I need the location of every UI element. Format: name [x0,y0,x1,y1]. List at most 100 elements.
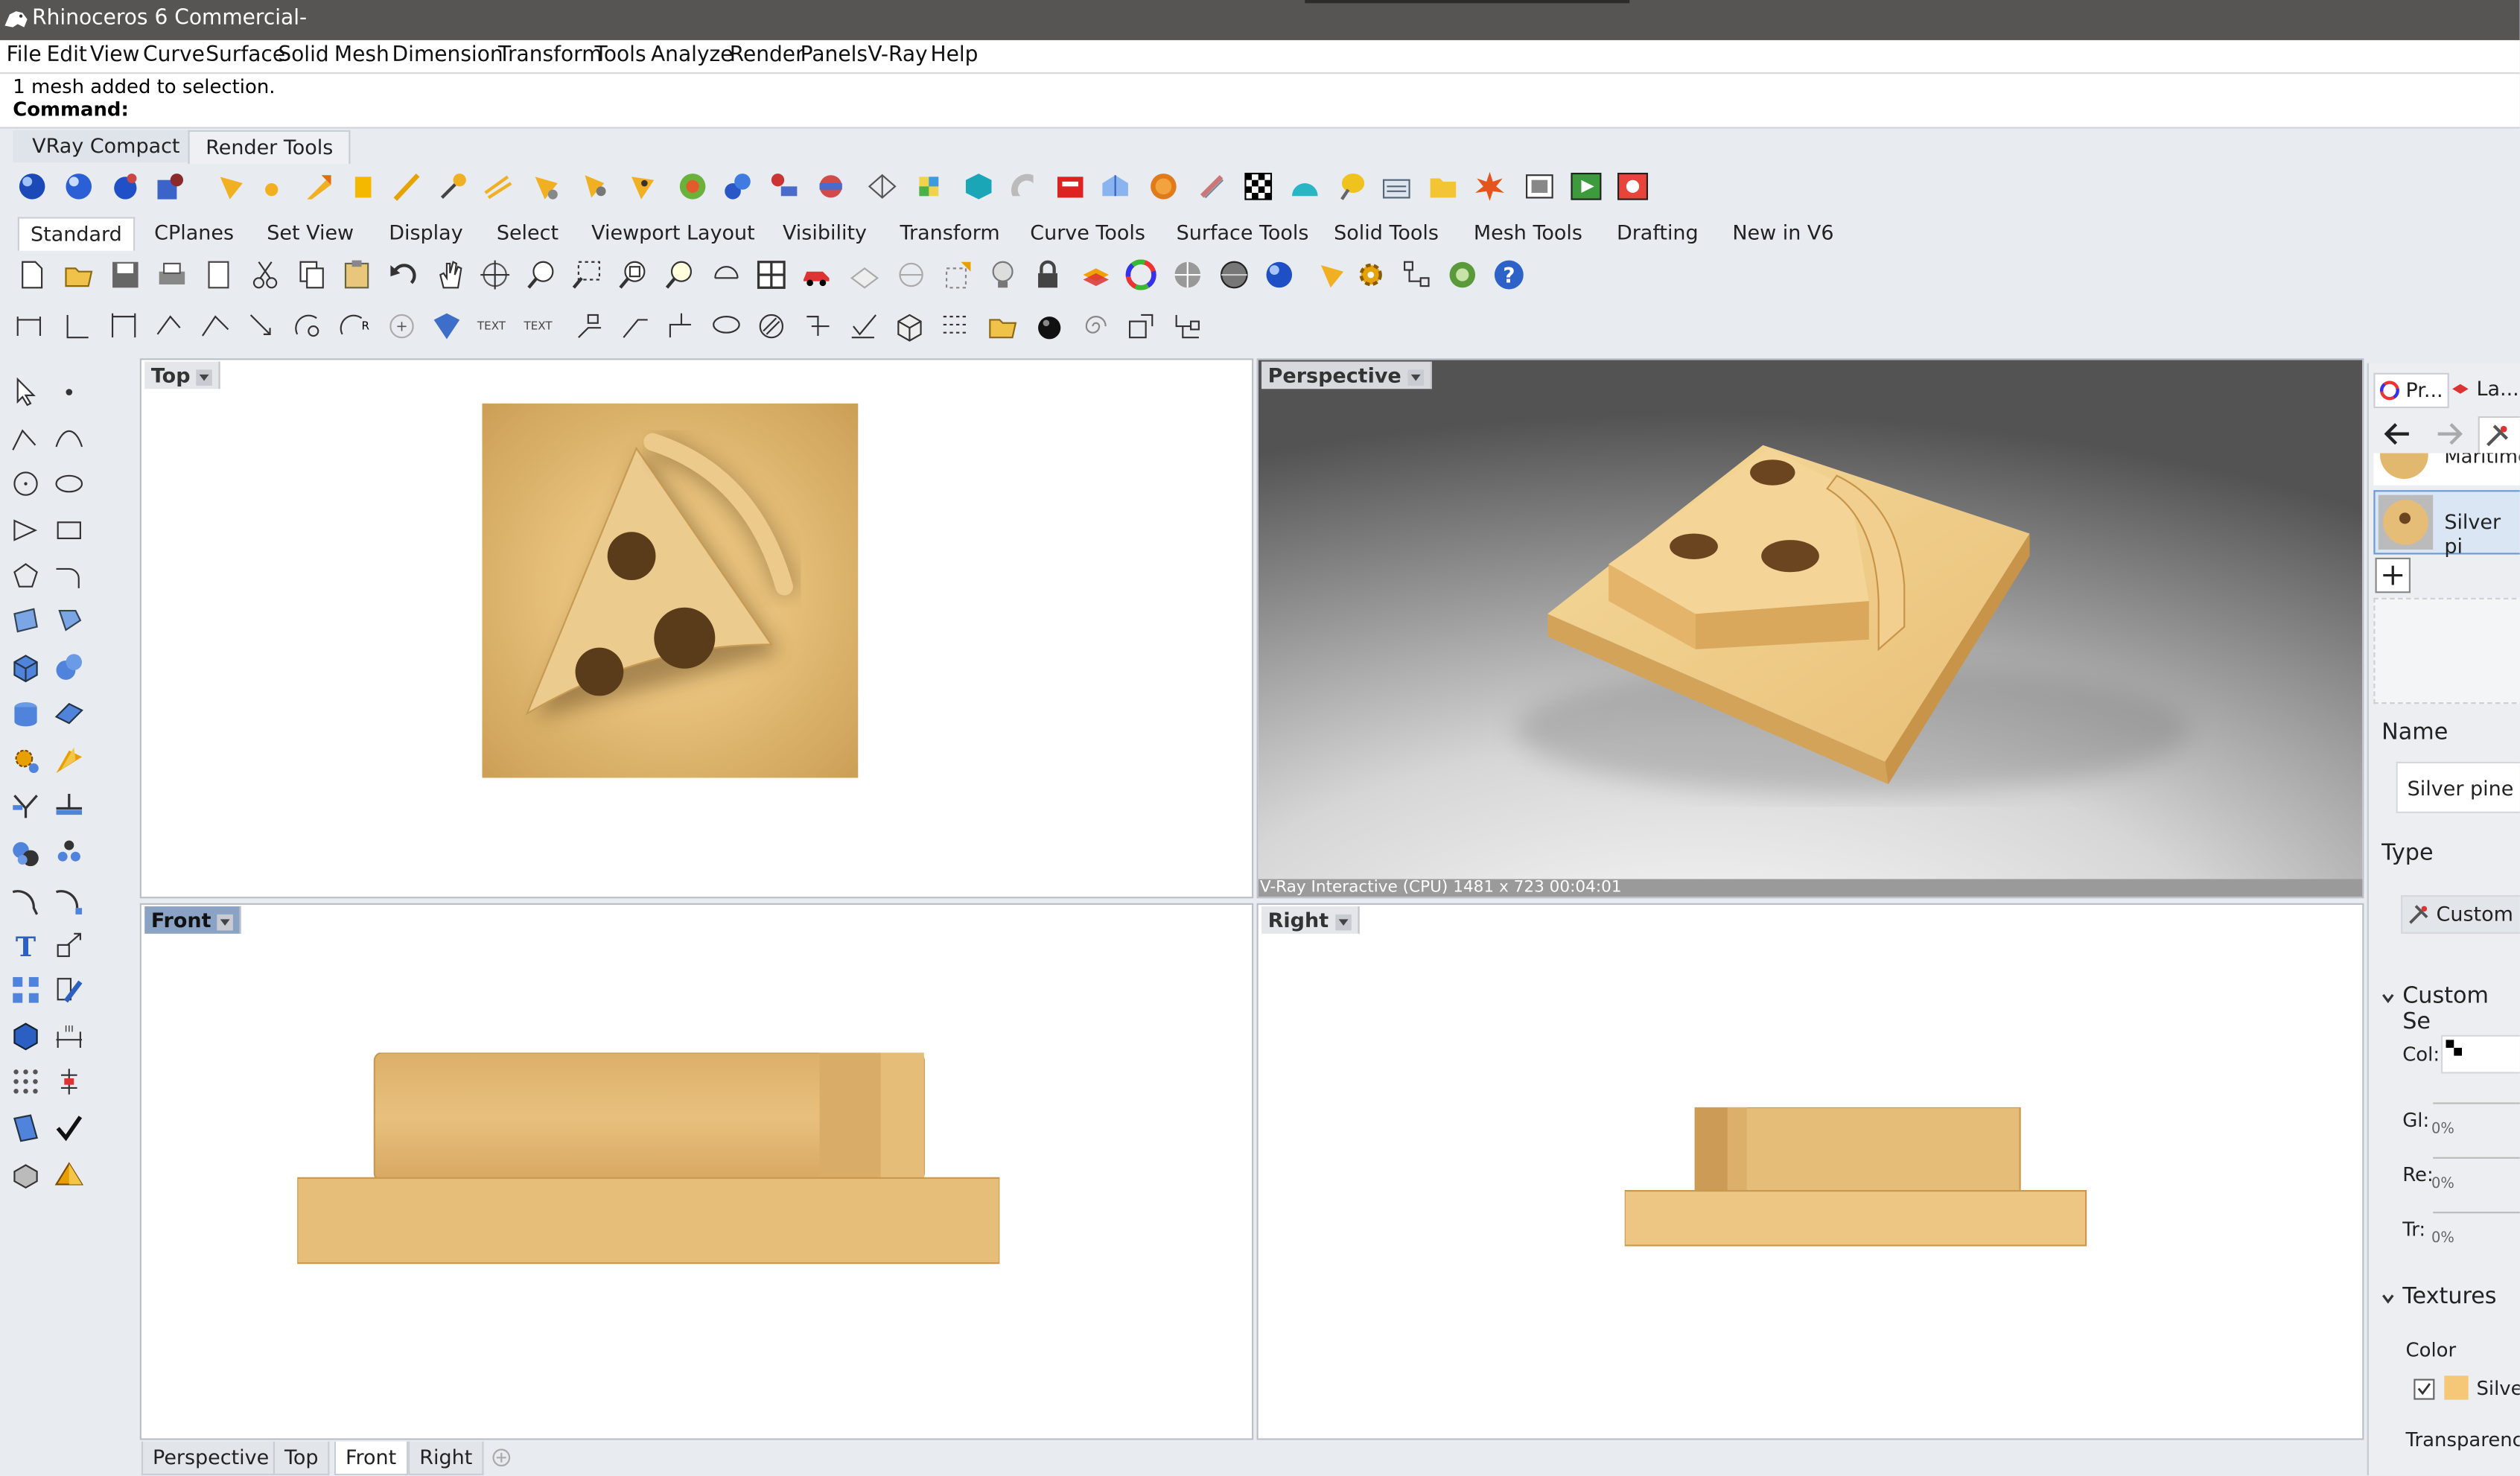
zoom-selected-icon[interactable] [664,258,696,290]
car-named-view-icon[interactable] [801,258,833,290]
tab-viewport-layout[interactable]: Viewport Layout [582,217,765,249]
back-arrow-icon[interactable] [2383,421,2412,447]
vray-material-library-icon[interactable] [1054,171,1086,203]
texture-swatch[interactable] [2444,1375,2469,1400]
vray-sphere-light-icon[interactable] [579,171,611,203]
tab-render-tools[interactable]: Render Tools [188,130,351,165]
vray-mesh-export-icon[interactable] [913,171,945,203]
vray-fur-icon[interactable] [627,171,659,203]
dim-angle-icon[interactable] [153,310,185,342]
menu-file[interactable]: File [7,43,42,67]
tab-visibility[interactable]: Visibility [773,217,876,249]
viewport-tab-front[interactable]: Front [334,1441,408,1476]
spiral-icon[interactable] [1077,310,1109,342]
menu-transform[interactable]: Transform [498,43,602,67]
material-list-item[interactable]: Maritime [2373,453,2520,486]
explode-icon[interactable] [53,744,85,776]
check-icon[interactable] [53,1112,85,1144]
dim-diameter-icon[interactable] [293,310,325,342]
dim-ordinate-icon[interactable]: R [337,310,369,342]
pencil-icon[interactable] [53,974,85,1006]
vray-light-icon[interactable] [215,171,247,203]
dim-linear-icon[interactable] [13,310,45,342]
vray-proxy-icon[interactable] [677,171,709,203]
array-icon[interactable] [10,974,42,1006]
add-material-button[interactable] [2375,557,2411,594]
new-file-icon[interactable] [16,258,48,290]
tab-vray-compact[interactable]: VRay Compact [13,130,200,162]
select-arrow-icon[interactable] [10,376,42,408]
viewport-menu-icon[interactable] [1334,913,1352,930]
lock-icon[interactable] [1031,258,1063,290]
custom-settings-header[interactable]: Custom Se [2402,984,2520,1035]
material-type-button[interactable] [2478,416,2520,455]
block-icon[interactable] [10,1019,42,1051]
copy-to-clipboard-icon[interactable] [203,258,235,290]
cut-icon[interactable] [249,258,281,290]
color-wheel-icon[interactable] [1125,258,1157,290]
clipboard-icon[interactable] [10,1112,42,1144]
render-mode-icon[interactable] [53,1159,85,1191]
table-icon[interactable] [940,310,972,342]
ungroup-icon[interactable] [53,837,85,869]
zoom-dynamic-icon[interactable] [526,258,558,290]
save-icon[interactable] [109,258,141,290]
tab-standard[interactable]: Standard [17,217,136,251]
vray-material-editor-icon[interactable] [109,171,141,203]
vray-film-icon[interactable] [1524,171,1556,203]
dim-leader-icon[interactable] [619,310,651,342]
boolean-union-icon[interactable] [53,651,85,683]
menu-render[interactable]: Render [730,43,804,67]
add-viewport-icon[interactable] [491,1448,511,1467]
annotation-balloon-icon[interactable] [710,310,742,342]
vray-rect-light-icon[interactable] [347,171,379,203]
help-icon[interactable]: ? [1493,258,1525,290]
scale-icon[interactable] [53,929,85,961]
extrude-surface-icon[interactable] [53,604,85,636]
polyline-icon[interactable] [10,423,42,455]
four-viewports-icon[interactable] [755,258,787,290]
centerline-icon[interactable] [665,310,697,342]
hatch-icon[interactable] [430,310,462,342]
vray-import-proxy-icon[interactable] [722,171,754,203]
surface-corner-icon[interactable] [10,604,42,636]
reflectivity-slider[interactable] [2433,1157,2520,1159]
menu-help[interactable]: Help [930,43,978,67]
vray-frame-buffer-icon[interactable] [154,171,186,203]
vray-burst-icon[interactable] [1474,171,1506,203]
circle-icon[interactable] [10,468,42,500]
cylinder-icon[interactable] [10,698,42,730]
tab-new-in-v6[interactable]: New in V6 [1722,217,1843,249]
viewport-front[interactable]: Front [139,903,1254,1440]
vray-sun-icon[interactable] [530,171,562,203]
viewport-front-label[interactable]: Front [144,906,242,934]
viewport-top[interactable]: Top [139,358,1254,899]
vray-scene-icon[interactable] [769,171,801,203]
vray-folder-icon[interactable] [1427,171,1459,203]
vray-ies-light-icon[interactable] [437,171,469,203]
vray-mesh-light-icon[interactable] [390,171,422,203]
grid-snap-icon[interactable] [942,258,974,290]
menu-dimension[interactable]: Dimension [392,43,503,67]
tab-set-view[interactable]: Set View [257,217,363,249]
tab-solid-tools[interactable]: Solid Tools [1324,217,1448,249]
menu-solid[interactable]: Solid [278,43,328,67]
tab-drafting[interactable]: Drafting [1607,217,1708,249]
viewport-tab-top[interactable]: Top [273,1441,330,1476]
fillet-edge-icon[interactable] [10,885,42,917]
vray-decal-icon[interactable] [1008,171,1040,203]
rotate-view-icon[interactable] [479,258,511,290]
mesh-plane-icon[interactable] [53,698,85,730]
select-all-icon[interactable] [895,258,927,290]
viewport-right-label[interactable]: Right [1261,906,1360,934]
transparency-slider[interactable] [2433,1212,2520,1214]
vray-checker-icon[interactable] [1242,171,1274,203]
menu-edit[interactable]: Edit [47,43,87,67]
chevron-down-icon[interactable] [2380,1291,2396,1307]
distance-icon[interactable] [53,1066,85,1098]
tab-surface-tools[interactable]: Surface Tools [1167,217,1319,249]
shaded-view-icon[interactable] [10,1159,42,1191]
detail-view-icon[interactable] [1125,310,1157,342]
trim-icon[interactable] [10,789,42,821]
leader-icon[interactable] [573,310,605,342]
